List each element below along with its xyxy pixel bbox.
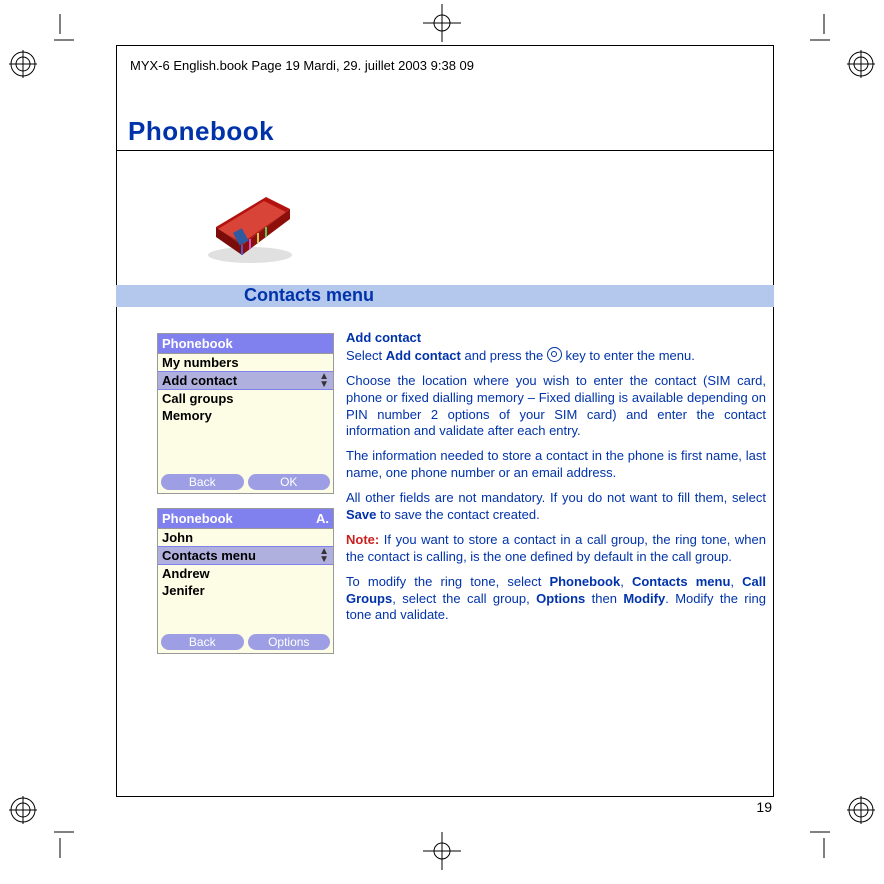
text: and press the — [461, 348, 547, 363]
text: If you want to store a contact in a call… — [346, 532, 766, 564]
page-number: 19 — [756, 799, 772, 815]
note-label: Note: — [346, 532, 379, 547]
center-mark-icon — [423, 832, 461, 870]
screen2-body: John Contacts menu ▲▼ Andrew Jenifer — [158, 529, 333, 632]
screen2-item: John — [158, 529, 333, 546]
screen1-item: My numbers — [158, 354, 333, 371]
registration-mark-icon — [847, 50, 875, 78]
registration-mark-icon — [9, 796, 37, 824]
screen2-item-label: Contacts menu — [162, 548, 256, 563]
phone-screen-phonebook-menu: Phonebook My numbers Add contact ▲▼ Call… — [157, 333, 334, 494]
body-note: Note: If you want to store a contact in … — [346, 532, 766, 566]
screen1-item: Call groups — [158, 390, 333, 407]
screen2-title-right: A. — [316, 511, 329, 526]
screen1-body: My numbers Add contact ▲▼ Call groups Me… — [158, 354, 333, 472]
page-header-text: MYX-6 English.book Page 19 Mardi, 29. ju… — [130, 58, 474, 73]
screen1-title: Phonebook — [162, 336, 233, 351]
up-down-arrows-icon: ▲▼ — [319, 373, 329, 389]
screen2-title-left: Phonebook — [162, 511, 233, 526]
up-down-arrows-icon: ▲▼ — [319, 548, 329, 564]
screen1-item-label: Add contact — [162, 373, 237, 388]
screen2-softkeys: Back Options — [158, 632, 333, 653]
section-bar: Contacts menu — [116, 285, 774, 307]
text: Select — [346, 348, 386, 363]
crop-mark-icon — [46, 830, 74, 858]
text-bold: Add contact — [386, 348, 461, 363]
screen1-item: Memory — [158, 407, 333, 424]
screen2-title-bar: Phonebook A. — [158, 509, 333, 529]
text: , select the call group, — [392, 591, 536, 606]
body-p1: Select Add contact and press the key to … — [346, 347, 766, 365]
text: , — [620, 574, 632, 589]
registration-mark-icon — [9, 50, 37, 78]
registration-mark-icon — [847, 796, 875, 824]
text: to save the contact created. — [376, 507, 539, 522]
softkey-back: Back — [161, 634, 244, 650]
text: , — [730, 574, 742, 589]
phone-screen-contacts-list: Phonebook A. John Contacts menu ▲▼ Andre… — [157, 508, 334, 654]
screen1-item-selected: Add contact ▲▼ — [158, 371, 333, 390]
screen2-item: Andrew — [158, 565, 333, 582]
page-title: Phonebook — [128, 116, 274, 147]
text: then — [585, 591, 623, 606]
body-p3: The information needed to store a contac… — [346, 448, 766, 482]
section-title: Contacts menu — [244, 285, 374, 306]
body-p2: Choose the location where you wish to en… — [346, 373, 766, 441]
content-text: Add contact Select Add contact and press… — [346, 330, 766, 632]
text-bold: Options — [536, 591, 585, 606]
center-mark-icon — [423, 4, 461, 42]
navigation-key-icon — [547, 347, 562, 362]
text-bold: Phonebook — [549, 574, 620, 589]
title-rule — [116, 150, 774, 151]
softkey-options: Options — [248, 634, 331, 650]
text-bold: Contacts menu — [632, 574, 730, 589]
softkey-back: Back — [161, 474, 244, 490]
crop-mark-icon — [46, 14, 74, 42]
text-bold: Modify — [623, 591, 665, 606]
text: key to enter the menu. — [562, 348, 695, 363]
text-bold: Save — [346, 507, 376, 522]
body-p6: To modify the ring tone, select Phoneboo… — [346, 574, 766, 625]
text: To modify the ring tone, select — [346, 574, 549, 589]
screen2-item: Jenifer — [158, 582, 333, 599]
crop-mark-icon — [810, 14, 838, 42]
crop-mark-icon — [810, 830, 838, 858]
screen1-softkeys: Back OK — [158, 472, 333, 493]
phonebook-illustration-icon — [198, 167, 303, 267]
text: All other fields are not mandatory. If y… — [346, 490, 766, 505]
softkey-ok: OK — [248, 474, 331, 490]
body-heading: Add contact — [346, 330, 766, 347]
screen1-title-bar: Phonebook — [158, 334, 333, 354]
screen2-item-selected: Contacts menu ▲▼ — [158, 546, 333, 565]
body-p4: All other fields are not mandatory. If y… — [346, 490, 766, 524]
